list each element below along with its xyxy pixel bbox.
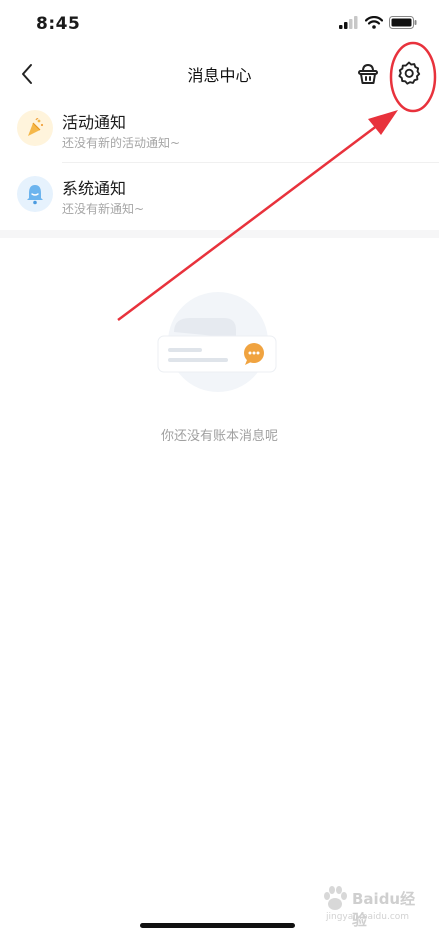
settings-button[interactable] xyxy=(395,59,423,87)
watermark-url: jingyan.baidu.com xyxy=(326,912,410,922)
empty-state-message: 你还没有账本消息呢 xyxy=(160,429,278,444)
system-notification-title: 系统通知 xyxy=(62,179,127,198)
row-divider xyxy=(62,162,439,163)
basket-icon xyxy=(358,63,378,84)
baidu-watermark: Baidu经验 jingyan.baidu.com xyxy=(318,880,428,930)
bell-icon xyxy=(17,176,53,212)
activity-notification-subtitle: 还没有新的活动通知~ xyxy=(62,136,181,150)
system-notification-subtitle: 还没有新通知~ xyxy=(62,202,145,216)
section-divider xyxy=(0,230,439,238)
wifi-icon xyxy=(365,16,383,29)
status-time: 8:45 xyxy=(36,14,81,34)
watermark-brand: Baidu经验 xyxy=(352,890,416,929)
activity-notification-title: 活动通知 xyxy=(62,113,127,132)
battery-icon xyxy=(389,16,417,29)
activity-notification-row[interactable]: 活动通知 还没有新的活动通知~ xyxy=(0,99,439,161)
paw-logo-icon xyxy=(324,886,347,910)
clear-messages-button[interactable] xyxy=(354,60,382,88)
gear-icon xyxy=(398,61,421,85)
party-popper-icon xyxy=(17,110,53,146)
system-notification-row[interactable]: 系统通知 还没有新通知~ xyxy=(0,165,439,227)
home-indicator xyxy=(140,923,295,928)
status-icons xyxy=(339,16,417,29)
empty-state-illustration xyxy=(150,290,290,400)
signal-icon xyxy=(339,16,358,29)
